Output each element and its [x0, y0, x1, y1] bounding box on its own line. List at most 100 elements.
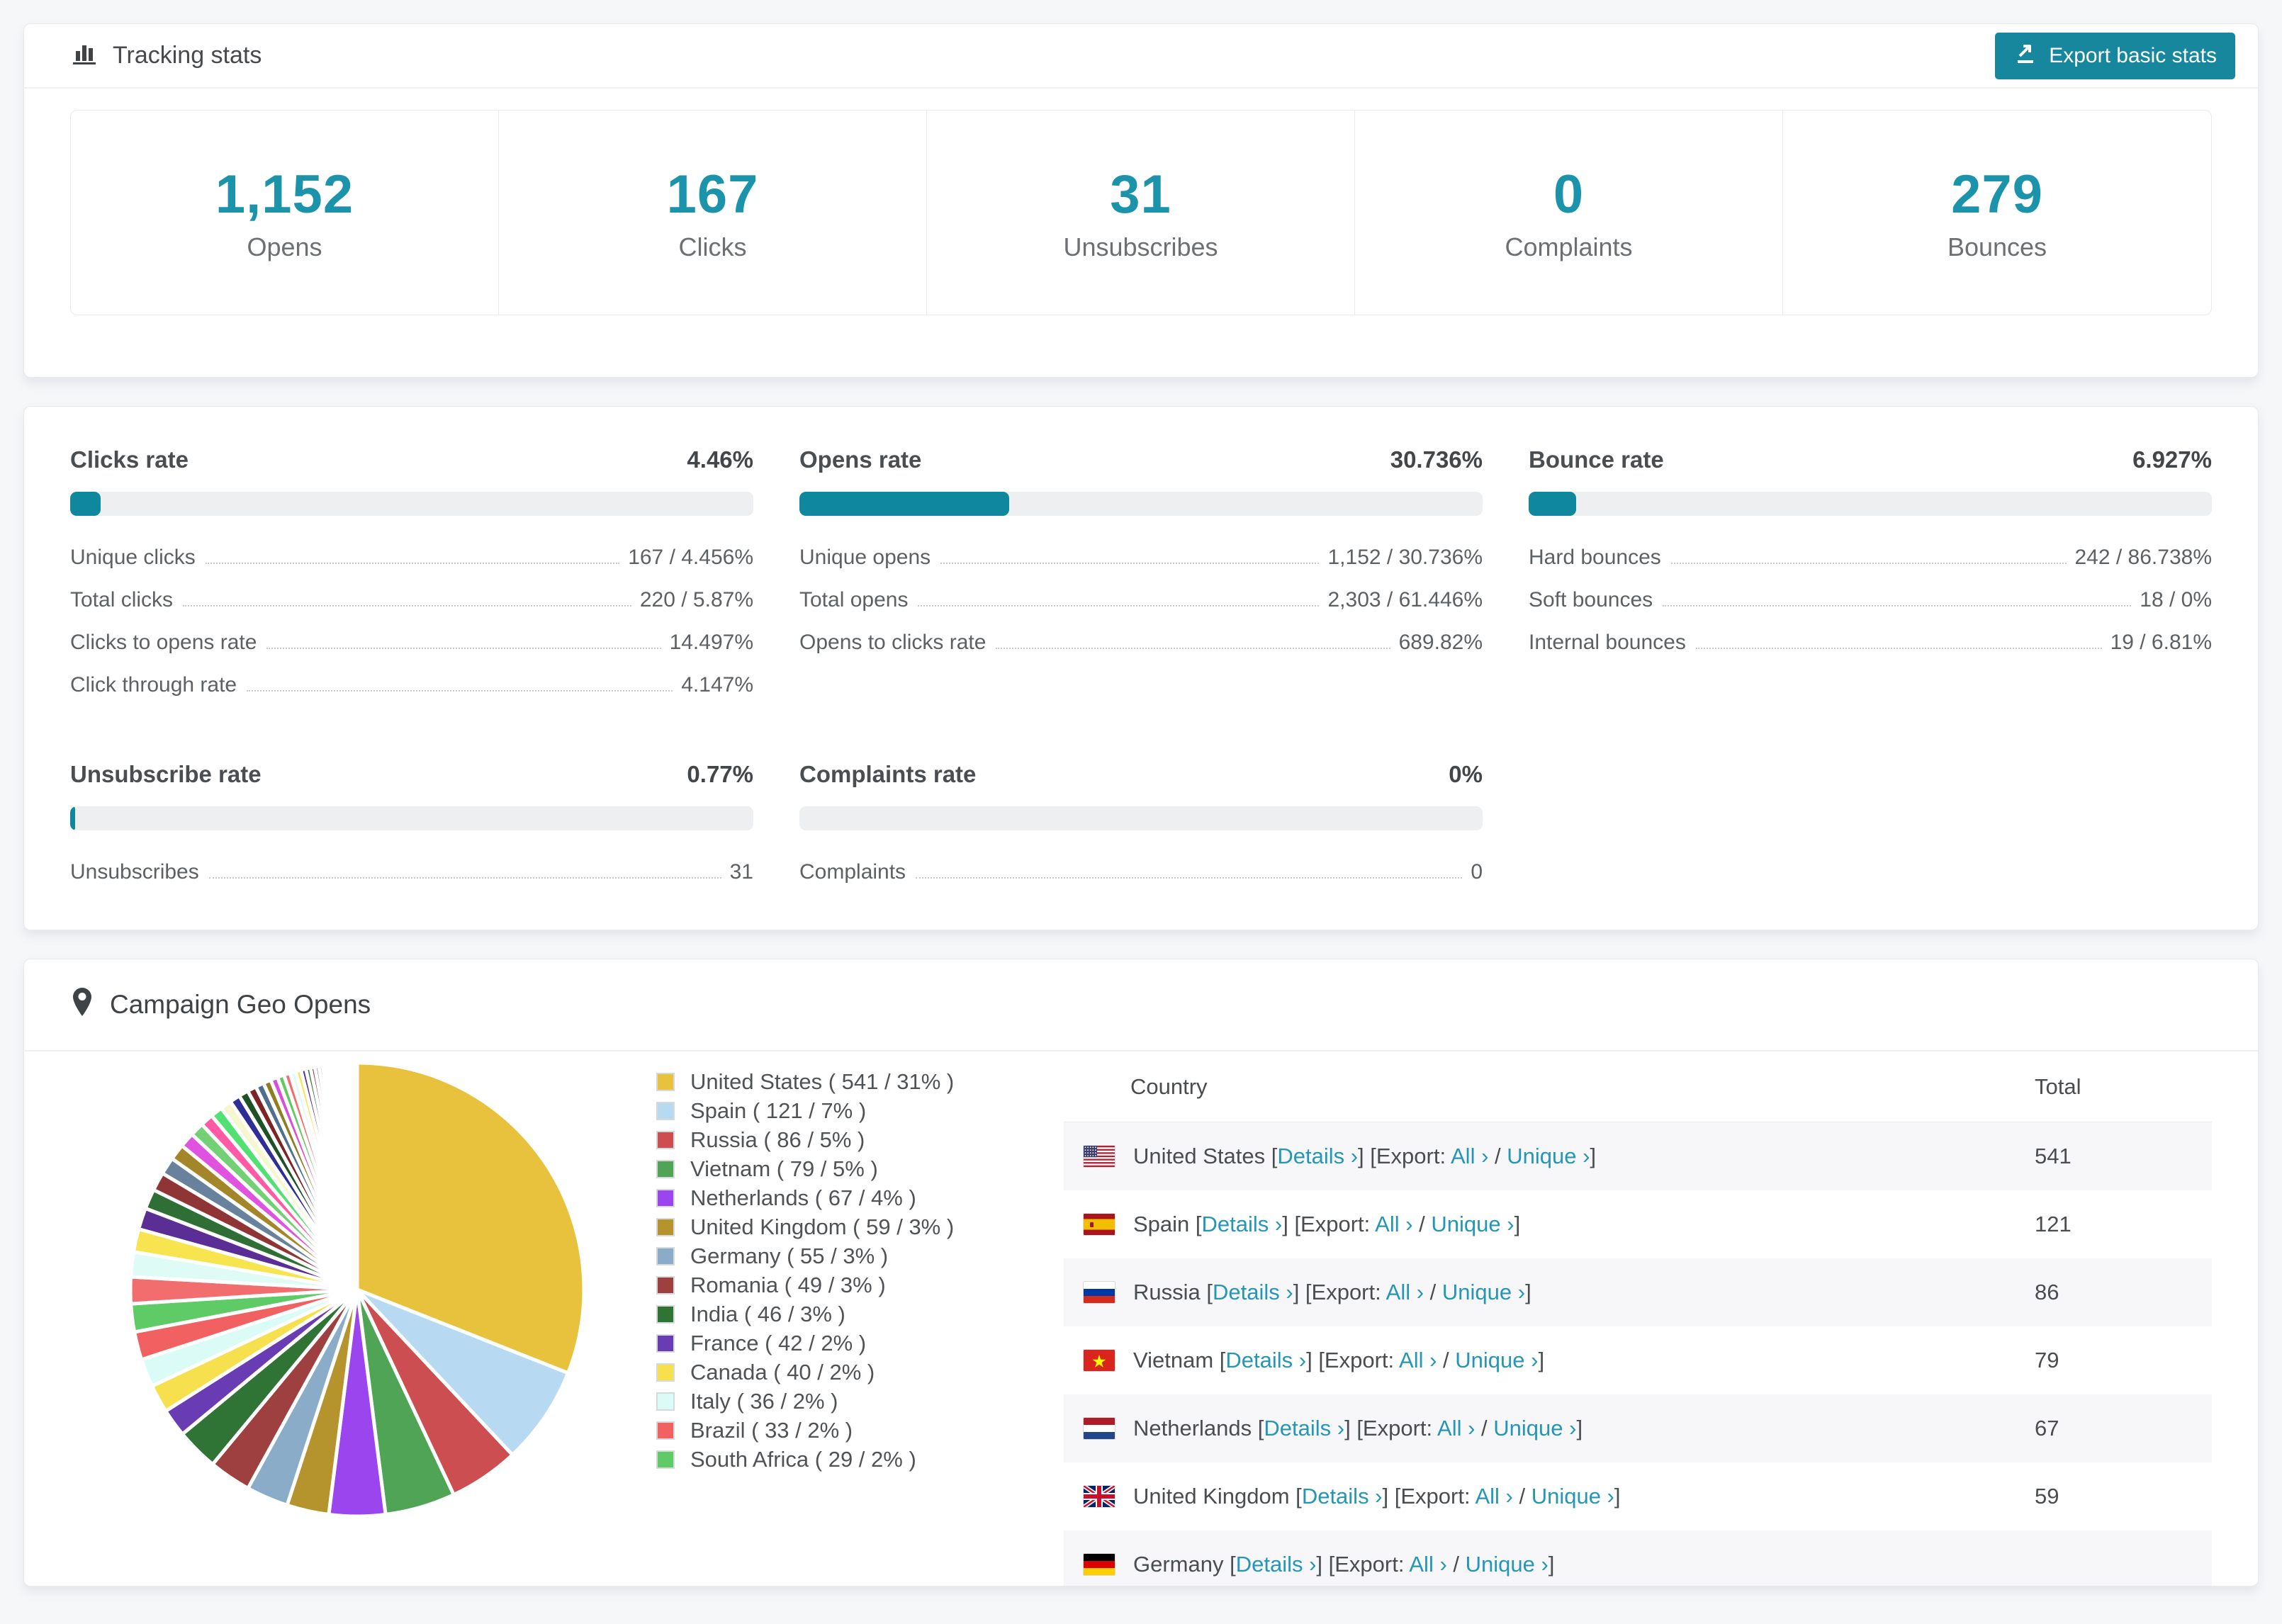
legend-swatch	[656, 1188, 675, 1207]
geo-opens-pie-chart	[123, 1056, 591, 1586]
geo-opens-table: Country Total United States [Details ›] …	[1064, 1051, 2212, 1586]
legend-label: Canada ( 40 / 2% )	[690, 1359, 875, 1385]
rate-block-bounce-rate: Bounce rate 6.927% Hard bounces 242 / 86.73…	[1529, 446, 2212, 716]
legend-label: South Africa ( 29 / 2% )	[690, 1446, 916, 1472]
legend-label: United Kingdom ( 59 / 3% )	[690, 1214, 955, 1239]
summary-box-bounces: 279 Bounces	[1783, 111, 2211, 315]
campaign-geo-opens-card: Campaign Geo Opens United States ( 541 /…	[23, 959, 2259, 1586]
stat-line-value: 1,152 / 30.736%	[1327, 546, 1483, 569]
export-unique-link[interactable]: Unique ›	[1466, 1552, 1548, 1577]
legend-item-romania: Romania ( 49 / 3% )	[656, 1270, 996, 1299]
pie-legend: United States ( 541 / 31% ) Spain ( 121 /…	[656, 1051, 996, 1586]
country-links-line: Germany [Details ›] [Export: All › / Uni…	[1133, 1552, 1555, 1577]
details-link[interactable]: Details ›	[1302, 1484, 1383, 1509]
legend-item-united-states: United States ( 541 / 31% )	[656, 1067, 996, 1096]
dotted-leader	[1695, 648, 2102, 649]
export-unique-link[interactable]: Unique ›	[1455, 1348, 1538, 1372]
country-links-line: United Kingdom [Details ›] [Export: All …	[1133, 1484, 1621, 1509]
stat-line-value: 2,303 / 61.446%	[1327, 588, 1483, 611]
export-unique-link[interactable]: Unique ›	[1507, 1144, 1590, 1168]
details-link[interactable]: Details ›	[1225, 1348, 1306, 1372]
geo-table-row-united-states: United States [Details ›] [Export: All ›…	[1064, 1122, 2212, 1190]
geo-total-value: 67	[2035, 1416, 2059, 1440]
stat-line-label: Unique opens	[799, 546, 931, 569]
geo-table-header-country: Country	[1130, 1073, 1208, 1099]
dotted-leader	[208, 877, 721, 879]
tracking-stats-card: Tracking stats Export basic stats 1,152 O…	[23, 23, 2259, 378]
details-link[interactable]: Details ›	[1264, 1416, 1344, 1440]
export-all-link[interactable]: All ›	[1437, 1416, 1475, 1440]
rate-stat-line: Unique clicks 167 / 4.456%	[70, 546, 753, 570]
geo-table-header-total: Total	[2035, 1073, 2081, 1099]
legend-label: Spain ( 121 / 7% )	[690, 1098, 867, 1123]
summary-box-complaints: 0 Complaints	[1355, 111, 1783, 315]
geo-total-value: 541	[2035, 1144, 2072, 1168]
rate-title: Complaints rate	[799, 761, 977, 787]
legend-swatch	[656, 1217, 675, 1236]
pie-slice-57[interactable]	[354, 1061, 359, 1292]
export-unique-link[interactable]: Unique ›	[1442, 1280, 1525, 1304]
export-unique-link[interactable]: Unique ›	[1531, 1484, 1614, 1509]
legend-item-italy: Italy ( 36 / 2% )	[656, 1387, 996, 1416]
rate-title: Opens rate	[799, 446, 922, 473]
details-link[interactable]: Details ›	[1236, 1552, 1317, 1577]
details-link[interactable]: Details ›	[1213, 1280, 1293, 1304]
legend-item-south-africa: South Africa ( 29 / 2% )	[656, 1445, 996, 1474]
es-flag-icon	[1084, 1214, 1115, 1235]
rate-progress-bar	[70, 492, 753, 516]
legend-label: Netherlands ( 67 / 4% )	[690, 1185, 916, 1210]
dotted-leader	[247, 690, 673, 692]
details-link[interactable]: Details ›	[1202, 1212, 1283, 1236]
vn-flag-icon	[1084, 1350, 1115, 1371]
country-links-line: Netherlands [Details ›] [Export: All › /…	[1133, 1416, 1583, 1440]
legend-item-netherlands: Netherlands ( 67 / 4% )	[656, 1183, 996, 1212]
summary-boxes: 1,152 Opens 167 Clicks 31 Unsubscribes 0 Compla…	[70, 110, 2212, 315]
export-all-link[interactable]: All ›	[1399, 1348, 1437, 1372]
export-all-link[interactable]: All ›	[1375, 1212, 1412, 1236]
geo-table-header: Country Total	[1064, 1051, 2212, 1122]
rate-title: Clicks rate	[70, 446, 189, 473]
tracking-stats-header: Tracking stats Export basic stats	[24, 24, 2258, 89]
export-all-link[interactable]: All ›	[1409, 1552, 1446, 1577]
summary-value: 0	[1553, 164, 1585, 225]
rate-value: 4.46%	[687, 446, 753, 473]
dotted-leader	[183, 605, 631, 607]
rate-title: Unsubscribe rate	[70, 761, 262, 787]
stat-line-value: 0	[1471, 860, 1483, 884]
geo-table-row-germany: Germany [Details ›] [Export: All › / Uni…	[1064, 1530, 2212, 1586]
tracking-stats-title-text: Tracking stats	[113, 42, 262, 69]
geo-table-row-netherlands: Netherlands [Details ›] [Export: All › /…	[1064, 1394, 2212, 1462]
rate-stat-line: Hard bounces 242 / 86.738%	[1529, 546, 2212, 570]
stat-line-label: Unsubscribes	[70, 860, 199, 884]
campaign-geo-opens-title: Campaign Geo Opens	[110, 990, 371, 1019]
export-all-link[interactable]: All ›	[1475, 1484, 1512, 1509]
stat-line-value: 4.147%	[681, 673, 753, 697]
geo-total-value: 59	[2035, 1484, 2059, 1509]
export-all-link[interactable]: All ›	[1451, 1144, 1488, 1168]
rate-block-unsubscribe-rate: Unsubscribe rate 0.77% Unsubscribes 31	[70, 761, 753, 903]
legend-item-canada: Canada ( 40 / 2% )	[656, 1358, 996, 1387]
campaign-geo-opens-header: Campaign Geo Opens	[24, 959, 2258, 1051]
details-link[interactable]: Details ›	[1277, 1144, 1358, 1168]
export-unique-link[interactable]: Unique ›	[1431, 1212, 1514, 1236]
stat-line-value: 31	[729, 860, 753, 884]
rate-stat-line: Internal bounces 19 / 6.81%	[1529, 631, 2212, 655]
rate-block-clicks-rate: Clicks rate 4.46% Unique clicks 167 / 4.456…	[70, 446, 753, 716]
bar-chart-icon	[70, 38, 99, 73]
rate-stat-line: Unsubscribes 31	[70, 860, 753, 884]
summary-value: 167	[666, 164, 759, 225]
legend-swatch	[656, 1246, 675, 1265]
country-links-line: Vietnam [Details ›] [Export: All › / Uni…	[1133, 1348, 1545, 1372]
stat-line-label: Click through rate	[70, 673, 237, 697]
export-basic-stats-button[interactable]: Export basic stats	[1995, 32, 2235, 79]
country-links-line: Spain [Details ›] [Export: All › / Uniqu…	[1133, 1212, 1521, 1236]
legend-label: United States ( 541 / 31% )	[690, 1068, 955, 1094]
summary-value: 31	[1110, 164, 1171, 225]
summary-label: Unsubscribes	[1063, 232, 1218, 261]
export-unique-link[interactable]: Unique ›	[1493, 1416, 1576, 1440]
rate-value: 6.927%	[2132, 446, 2212, 473]
export-all-link[interactable]: All ›	[1386, 1280, 1424, 1304]
summary-value: 279	[1951, 164, 2043, 225]
rate-stat-line: Soft bounces 18 / 0%	[1529, 588, 2212, 612]
dotted-leader	[940, 563, 1320, 564]
